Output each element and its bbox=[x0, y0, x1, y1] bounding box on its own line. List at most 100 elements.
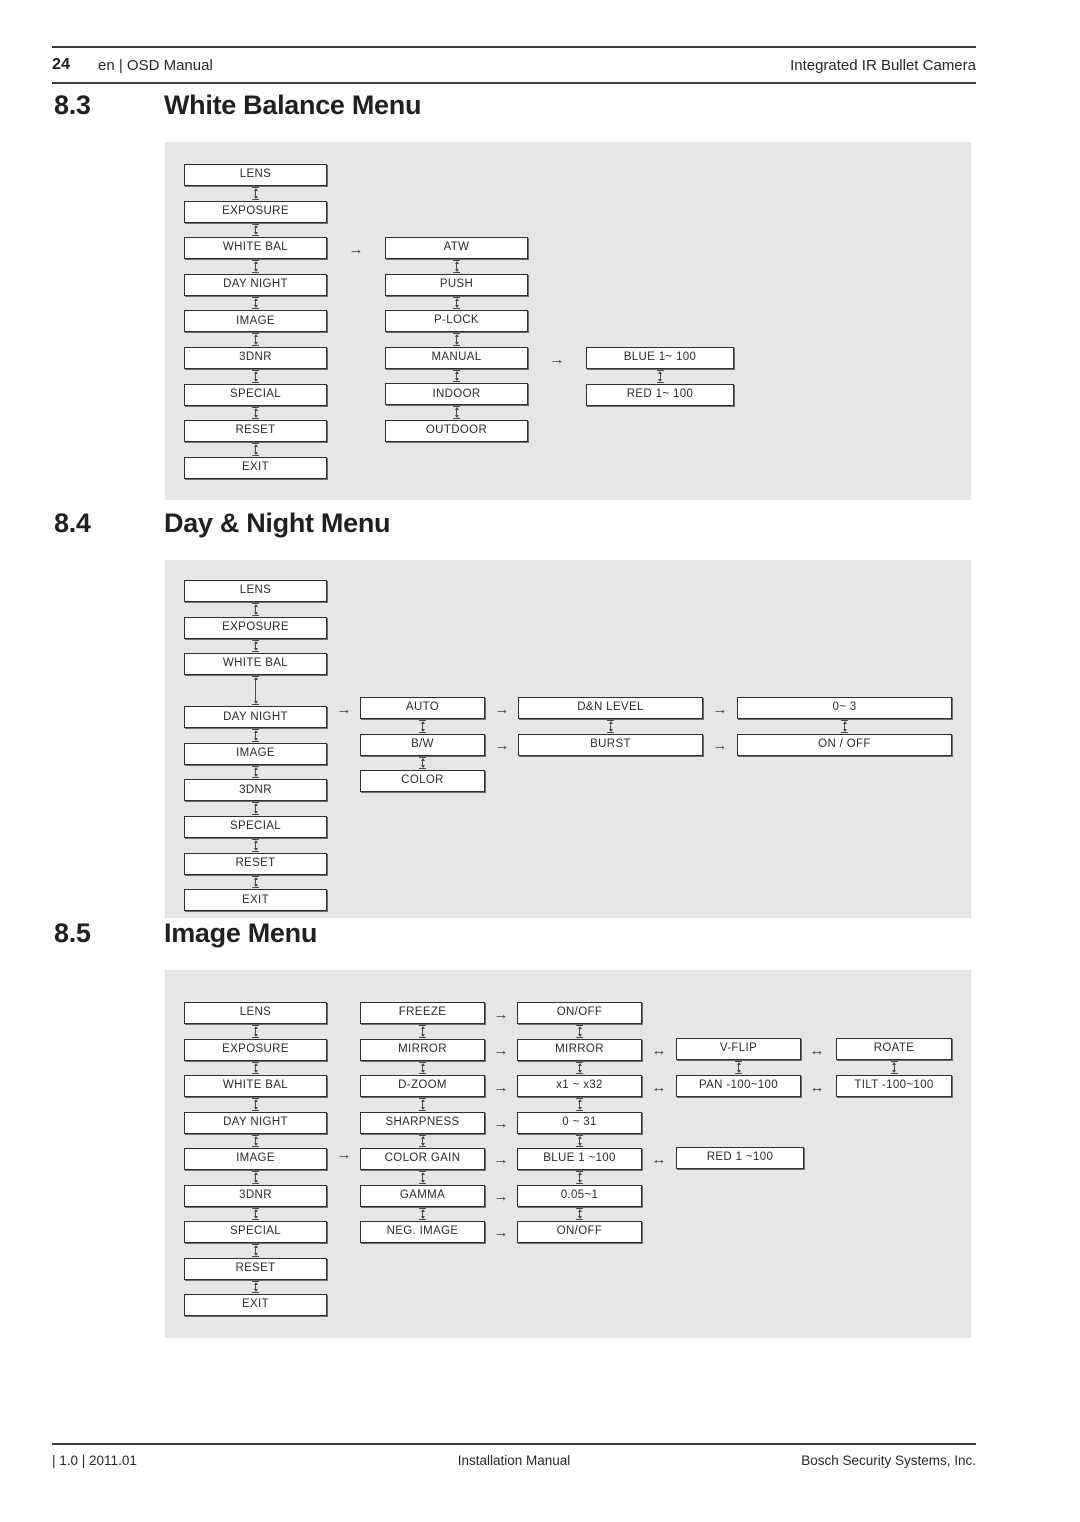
flow-box: PUSH bbox=[385, 273, 528, 296]
vertical-connector-arrow-icon bbox=[251, 603, 260, 616]
flow-box-label: B/W bbox=[411, 737, 434, 750]
bidirectional-arrow-icon: ↔ bbox=[651, 1042, 667, 1059]
vertical-connector-arrow-icon bbox=[251, 765, 260, 779]
bidirectional-arrow-icon: ↔ bbox=[651, 1151, 667, 1168]
flow-box-label: LENS bbox=[239, 168, 272, 181]
flow-box: WHITE BAL bbox=[184, 237, 327, 260]
vertical-connector-arrow-icon bbox=[251, 370, 260, 383]
vertical-connector-arrow-icon bbox=[890, 1061, 899, 1074]
section-title: Image Menu bbox=[164, 918, 318, 948]
vertical-connector-arrow-icon bbox=[452, 296, 461, 310]
flow-box-label: RED 1 ~100 bbox=[706, 1151, 774, 1164]
flow-box-label: EXPOSURE bbox=[222, 204, 289, 217]
right-arrow-icon: → bbox=[493, 1042, 509, 1059]
vertical-connector-arrow-icon bbox=[418, 1098, 427, 1111]
flow-box: MIRROR bbox=[517, 1038, 642, 1061]
vertical-connector-arrow-icon bbox=[575, 1098, 584, 1111]
vertical-connector-arrow-icon bbox=[251, 839, 260, 852]
flow-box-label: MANUAL bbox=[431, 351, 482, 364]
flow-box: RED 1~ 100 bbox=[586, 383, 734, 406]
header-product-name: Integrated IR Bullet Camera bbox=[790, 56, 976, 74]
flow-box-label: DAY NIGHT bbox=[223, 710, 288, 723]
vertical-connector-arrow-icon bbox=[418, 756, 427, 770]
flow-box: BLUE 1 ~100 bbox=[517, 1148, 642, 1170]
flow-box: OUTDOOR bbox=[385, 420, 528, 442]
flow-box: RESET bbox=[184, 420, 327, 443]
vertical-connector-arrow-icon bbox=[251, 187, 260, 200]
right-arrow-icon: → bbox=[712, 737, 728, 754]
flow-box: P-LOCK bbox=[385, 310, 528, 333]
flow-box: IMAGE bbox=[184, 1148, 327, 1170]
vertical-connector-arrow-icon bbox=[251, 296, 260, 310]
vertical-connector-arrow-icon bbox=[251, 639, 260, 653]
vertical-connector-arrow-icon bbox=[575, 1061, 584, 1074]
flow-box-label: ON/OFF bbox=[556, 1006, 603, 1019]
flow-box: DAY NIGHT bbox=[184, 1111, 327, 1134]
page-number: 24 bbox=[52, 56, 71, 73]
vertical-connector-arrow-icon bbox=[734, 1061, 743, 1074]
flow-box-label: 3DNR bbox=[239, 1188, 272, 1201]
flow-box: SPECIAL bbox=[184, 816, 327, 839]
vertical-connector-arrow-icon bbox=[251, 333, 260, 346]
vertical-connector-arrow-icon bbox=[452, 333, 461, 346]
flow-box: D&N LEVEL bbox=[518, 697, 703, 719]
flow-box-label: SPECIAL bbox=[229, 820, 282, 833]
section-number: 8.5 bbox=[54, 918, 91, 948]
flow-box: COLOR bbox=[360, 770, 485, 793]
vertical-connector-arrow-icon bbox=[452, 260, 461, 273]
flow-box-label: PUSH bbox=[439, 277, 474, 290]
flow-box: IMAGE bbox=[184, 742, 327, 765]
vertical-connector-arrow-icon bbox=[575, 1207, 584, 1220]
flow-box: RESET bbox=[184, 1257, 327, 1280]
flow-box: RED 1 ~100 bbox=[676, 1147, 804, 1169]
section-heading: 8.3 White Balance Menu bbox=[54, 90, 974, 121]
vertical-connector-arrow-icon bbox=[251, 729, 260, 742]
flow-box-label: SHARPNESS bbox=[385, 1115, 460, 1128]
flow-box: SHARPNESS bbox=[360, 1111, 485, 1134]
vertical-connector-arrow-icon bbox=[418, 1025, 427, 1038]
vertical-connector-arrow-icon bbox=[606, 720, 615, 733]
flow-box-label: PAN -100~100 bbox=[698, 1078, 779, 1091]
right-arrow-icon: → bbox=[493, 1006, 509, 1023]
flow-box: SPECIAL bbox=[184, 383, 327, 406]
flow-box: 3DNR bbox=[184, 347, 327, 369]
flow-box: GAMMA bbox=[360, 1184, 485, 1207]
flow-box: 0~ 3 bbox=[737, 697, 952, 719]
right-arrow-icon: → bbox=[336, 701, 352, 718]
flow-box: LENS bbox=[184, 164, 327, 186]
flow-box: 3DNR bbox=[184, 779, 327, 802]
right-arrow-icon: → bbox=[494, 701, 510, 718]
flow-box-label: COLOR bbox=[401, 774, 444, 787]
header-manual-label: en | OSD Manual bbox=[98, 56, 213, 74]
flow-box: DAY NIGHT bbox=[184, 706, 327, 729]
flow-box-label: DAY NIGHT bbox=[223, 278, 288, 291]
flow-box-label: DAY NIGHT bbox=[223, 1115, 288, 1128]
bidirectional-arrow-icon: ↔ bbox=[809, 1042, 825, 1059]
flow-box-label: COLOR GAIN bbox=[384, 1152, 461, 1165]
flow-box: EXIT bbox=[184, 456, 327, 479]
flow-box-label: BLUE 1 ~100 bbox=[543, 1152, 616, 1165]
flow-box: RESET bbox=[184, 852, 327, 875]
flow-box-label: EXIT bbox=[242, 893, 269, 906]
flow-box-label: ON/OFF bbox=[556, 1225, 603, 1238]
flow-box-label: FREEZE bbox=[398, 1006, 447, 1019]
vertical-connector-arrow-icon bbox=[418, 720, 427, 733]
flow-box: FREEZE bbox=[360, 1002, 485, 1024]
flow-box-label: ATW bbox=[443, 241, 470, 254]
flow-box-label: TILT -100~100 bbox=[854, 1078, 934, 1091]
flow-box: IMAGE bbox=[184, 310, 327, 333]
vertical-connector-arrow-icon bbox=[251, 1025, 260, 1038]
vertical-connector-arrow-icon bbox=[251, 1244, 260, 1257]
flow-box-label: V-FLIP bbox=[719, 1042, 758, 1055]
flow-box-label: ON / OFF bbox=[818, 737, 871, 750]
flow-box-label: WHITE BAL bbox=[222, 1079, 289, 1092]
flow-box-label: P-LOCK bbox=[434, 314, 479, 327]
flow-box-label: LENS bbox=[239, 584, 272, 597]
flow-box: V-FLIP bbox=[676, 1038, 801, 1060]
flow-box: WHITE BAL bbox=[184, 1075, 327, 1097]
flow-box-label: EXPOSURE bbox=[222, 620, 289, 633]
flow-box-label: 0 ~ 31 bbox=[562, 1115, 597, 1128]
vertical-connector-arrow-icon bbox=[251, 406, 260, 420]
flow-box: LENS bbox=[184, 1002, 327, 1024]
right-arrow-icon: → bbox=[348, 241, 364, 258]
